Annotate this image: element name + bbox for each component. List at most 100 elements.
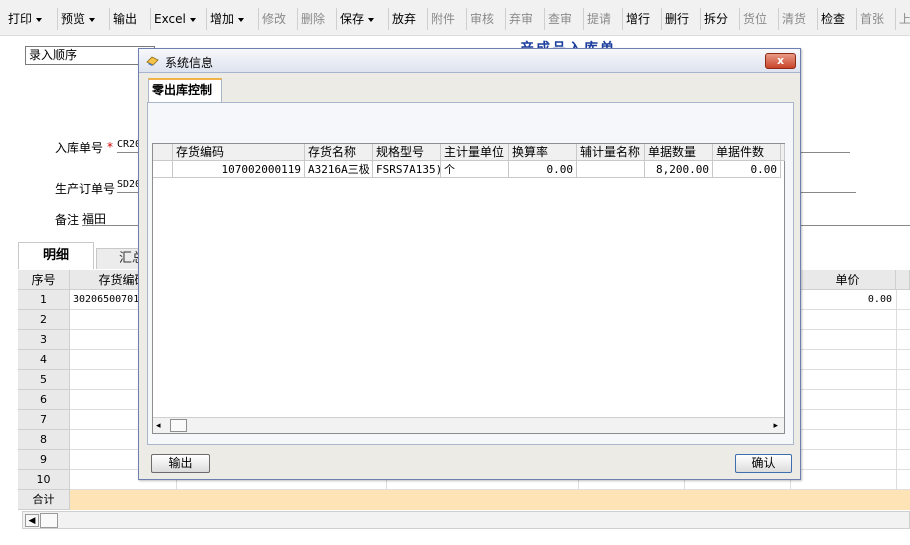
toolbar-item-label: 输出 bbox=[113, 12, 138, 26]
dialog-titlebar[interactable]: 系统信息 x bbox=[139, 49, 800, 73]
dialog-cell[interactable]: 0.00 bbox=[509, 161, 577, 178]
toolbar-separator bbox=[150, 8, 151, 30]
dialog-column-header[interactable]: 规格型号 bbox=[373, 144, 441, 161]
toolbar-item-label: 打印 bbox=[8, 12, 33, 26]
dialog-cell[interactable] bbox=[577, 161, 645, 178]
remark-label: 备注 bbox=[55, 213, 80, 227]
required-marker: * bbox=[107, 140, 113, 154]
total-row bbox=[70, 490, 910, 510]
toolbar-item-0[interactable]: 打印 bbox=[8, 10, 43, 28]
toolbar-item-1[interactable]: 预览 bbox=[61, 10, 96, 28]
scroll-right-icon[interactable]: ▸ bbox=[773, 421, 778, 431]
dialog-column-header[interactable]: 存货编码 bbox=[173, 144, 305, 161]
tab-detail[interactable]: 明细 bbox=[18, 242, 94, 269]
dropdown-arrow-icon[interactable] bbox=[36, 17, 43, 22]
tab-zero-outbound-control[interactable]: 零出库控制 bbox=[148, 78, 222, 103]
toolbar-item-label: 增行 bbox=[626, 12, 651, 26]
row-number: 2 bbox=[18, 310, 70, 330]
toolbar-separator bbox=[583, 8, 584, 30]
toolbar-item-label: 清货 bbox=[782, 12, 807, 26]
toolbar-item-5[interactable]: 修改 bbox=[262, 10, 286, 28]
toolbar-item-label: 删行 bbox=[665, 12, 690, 26]
dropdown-arrow-icon[interactable] bbox=[189, 17, 196, 22]
close-button[interactable]: x bbox=[765, 53, 796, 69]
export-button[interactable]: 输出 bbox=[151, 454, 210, 473]
scroll-left-icon[interactable]: ◂ bbox=[156, 421, 161, 431]
toolbar-item-label: 预览 bbox=[61, 12, 86, 26]
toolbar-item-21[interactable]: 上 bbox=[899, 10, 910, 28]
toolbar-item-9[interactable]: 附件 bbox=[431, 10, 455, 28]
dialog-cell[interactable]: FSRS7A135) bbox=[373, 161, 441, 178]
toolbar-item-14[interactable]: 增行 bbox=[626, 10, 650, 28]
order-select[interactable]: 录入顺序 bbox=[25, 46, 155, 65]
toolbar-item-3[interactable]: Excel bbox=[154, 10, 196, 28]
row-number: 7 bbox=[18, 410, 70, 430]
toolbar-item-label: 货位 bbox=[743, 12, 768, 26]
toolbar-item-label: 增加 bbox=[210, 12, 235, 26]
remark-underline bbox=[82, 225, 142, 226]
toolbar-item-label: 放弃 bbox=[392, 12, 417, 26]
dialog-cell[interactable]: 0.00 bbox=[713, 161, 781, 178]
dialog-column-header[interactable]: 辅计量名称 bbox=[577, 144, 645, 161]
receipt-no-label: 入库单号 bbox=[55, 141, 104, 155]
dialog-cell[interactable]: 个 bbox=[441, 161, 509, 178]
dropdown-arrow-icon[interactable] bbox=[368, 17, 375, 22]
toolbar-item-13[interactable]: 提请 bbox=[587, 10, 611, 28]
toolbar-separator bbox=[895, 8, 896, 30]
toolbar-item-label: 删除 bbox=[301, 12, 326, 26]
dialog-cell[interactable]: 8,200.00 bbox=[645, 161, 713, 178]
toolbar-item-19[interactable]: 检查 bbox=[821, 10, 845, 28]
toolbar-item-16[interactable]: 拆分 bbox=[704, 10, 728, 28]
toolbar-item-11[interactable]: 弃审 bbox=[509, 10, 533, 28]
toolbar-item-6[interactable]: 删除 bbox=[301, 10, 325, 28]
header-unit-price[interactable]: 单价 bbox=[800, 270, 896, 290]
toolbar-item-8[interactable]: 放弃 bbox=[392, 10, 416, 28]
toolbar-separator bbox=[336, 8, 337, 30]
toolbar-item-label: 附件 bbox=[431, 12, 456, 26]
toolbar-separator bbox=[206, 8, 207, 30]
main-horizontal-scrollbar[interactable]: ◀ bbox=[22, 511, 910, 529]
toolbar-item-15[interactable]: 删行 bbox=[665, 10, 689, 28]
confirm-button[interactable]: 确认 bbox=[735, 454, 792, 473]
dialog-horizontal-scrollbar[interactable]: ◂ ▸ bbox=[153, 417, 784, 433]
system-info-dialog: 系统信息 x 零出库控制 存货编码 存货名称 规格型号 主计量单位 换算率 辅计量名称 单据… bbox=[138, 48, 801, 480]
toolbar-separator bbox=[739, 8, 740, 30]
toolbar-item-label: 查审 bbox=[548, 12, 573, 26]
toolbar-separator bbox=[297, 8, 298, 30]
scroll-thumb[interactable] bbox=[170, 419, 187, 432]
dialog-column-header[interactable]: 单据件数 bbox=[713, 144, 781, 161]
row-number: 9 bbox=[18, 450, 70, 470]
toolbar-item-10[interactable]: 审核 bbox=[470, 10, 494, 28]
production-order-label: 生产订单号 bbox=[55, 182, 116, 196]
close-icon: x bbox=[776, 54, 785, 67]
total-label: 合计 bbox=[18, 490, 70, 510]
toolbar-item-18[interactable]: 清货 bbox=[782, 10, 806, 28]
scroll-left-icon[interactable]: ◀ bbox=[25, 514, 39, 527]
field-underline bbox=[800, 152, 850, 153]
dialog-column-header[interactable]: 主计量单位 bbox=[441, 144, 509, 161]
dialog-cell[interactable]: 107002000119 bbox=[173, 161, 305, 178]
scroll-thumb[interactable] bbox=[40, 513, 58, 528]
dialog-column-header[interactable]: 存货名称 bbox=[305, 144, 373, 161]
header-seq: 序号 bbox=[18, 270, 70, 290]
cell-unit-price[interactable]: 0.00 bbox=[800, 294, 892, 305]
dialog-cell[interactable]: A3216A三极 bbox=[305, 161, 373, 178]
header-corner bbox=[153, 144, 173, 161]
dropdown-arrow-icon[interactable] bbox=[89, 17, 96, 22]
toolbar-separator bbox=[544, 8, 545, 30]
toolbar-item-2[interactable]: 输出 bbox=[113, 10, 137, 28]
dialog-column-header[interactable]: 单据数量 bbox=[645, 144, 713, 161]
toolbar-separator bbox=[700, 8, 701, 30]
toolbar-item-12[interactable]: 查审 bbox=[548, 10, 572, 28]
toolbar-separator bbox=[856, 8, 857, 30]
toolbar-item-20[interactable]: 首张 bbox=[860, 10, 884, 28]
field-underline bbox=[800, 225, 910, 226]
toolbar-item-7[interactable]: 保存 bbox=[340, 10, 375, 28]
toolbar-separator bbox=[817, 8, 818, 30]
toolbar-item-17[interactable]: 货位 bbox=[743, 10, 767, 28]
toolbar-separator bbox=[661, 8, 662, 30]
dropdown-arrow-icon[interactable] bbox=[238, 17, 245, 22]
row-number: 5 bbox=[18, 370, 70, 390]
toolbar-item-4[interactable]: 增加 bbox=[210, 10, 245, 28]
dialog-column-header[interactable]: 换算率 bbox=[509, 144, 577, 161]
